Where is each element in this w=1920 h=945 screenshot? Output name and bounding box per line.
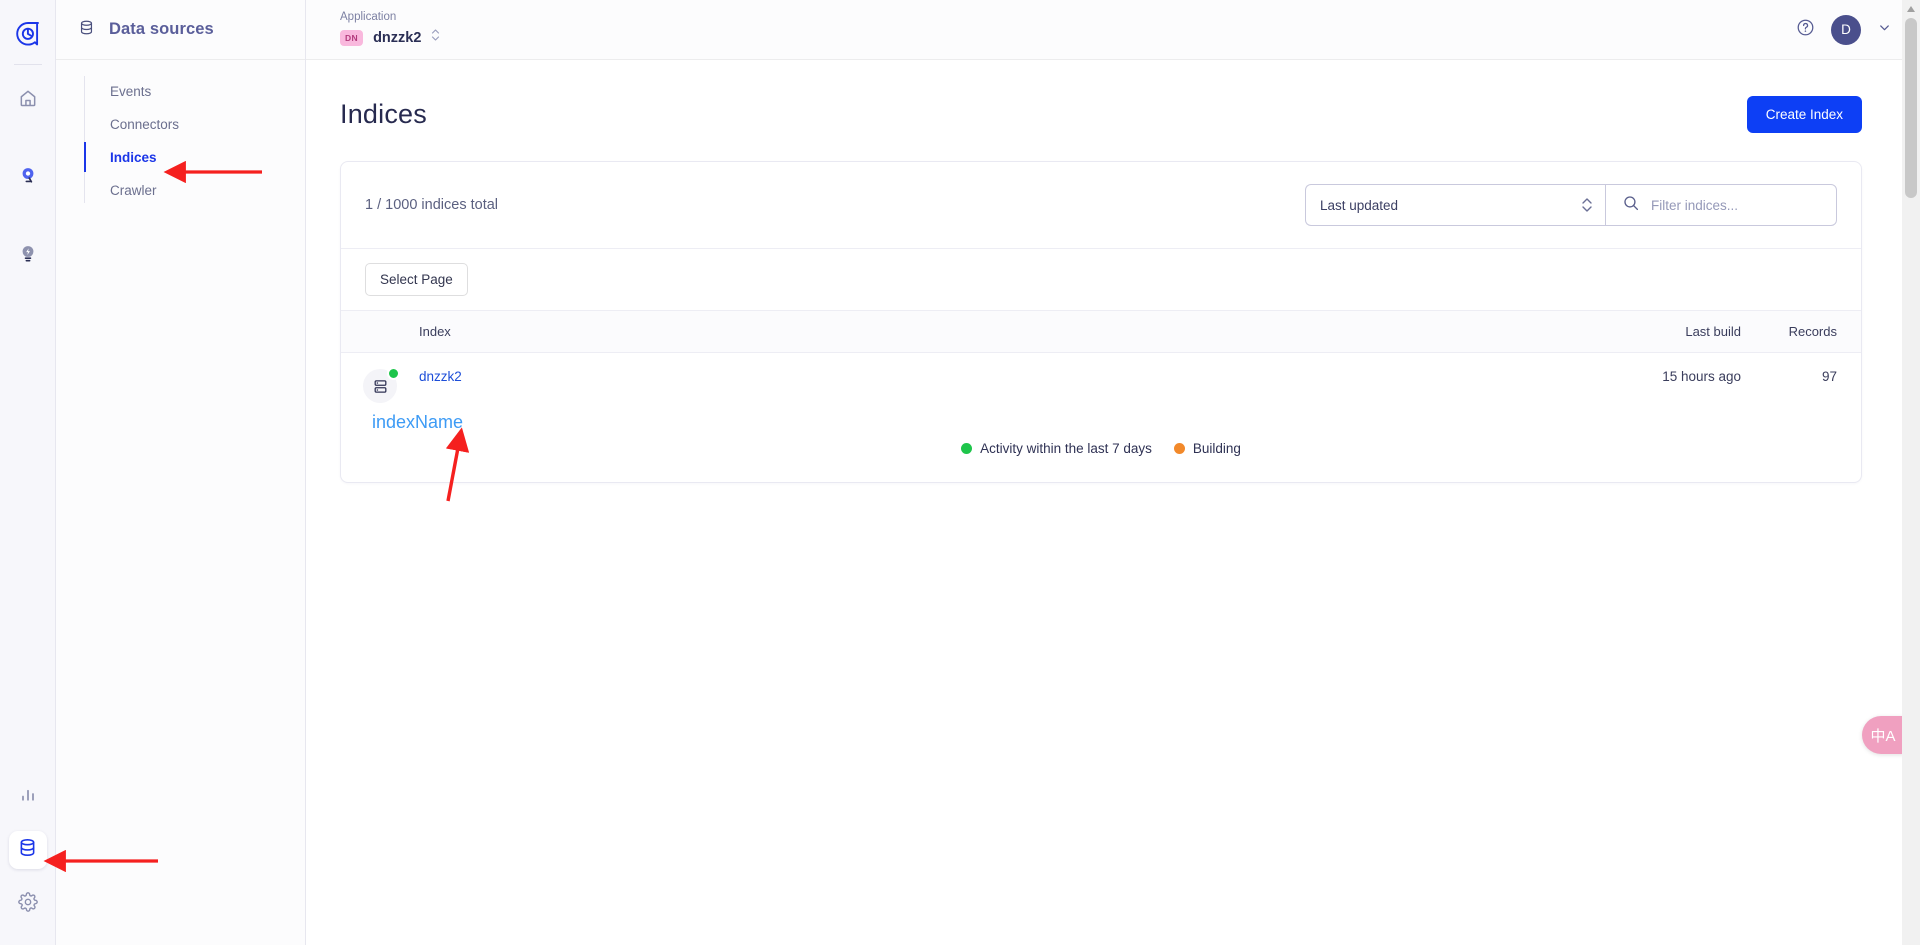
recommend-bolt-icon: [18, 243, 38, 270]
rail-divider: [13, 64, 42, 65]
scrollbar-thumb[interactable]: [1905, 18, 1917, 198]
settings-gear-icon: [17, 891, 38, 917]
table-row[interactable]: dnzzk2 15 hours ago 97: [341, 353, 1861, 420]
topbar: Application DN dnzzk2 D: [306, 0, 1920, 60]
topbar-right: D: [1796, 14, 1892, 45]
rail-item-home[interactable]: [9, 81, 47, 119]
indices-toolbar: 1 / 1000 indices total Last updated: [341, 162, 1861, 248]
index-name-link[interactable]: dnzzk2: [419, 369, 462, 384]
legend-dot-green: [961, 443, 973, 454]
app-root: Data sources Events Connectors Indices C…: [0, 0, 1920, 945]
status-legend: Activity within the last 7 days Building: [341, 419, 1861, 482]
sort-select[interactable]: Last updated: [1305, 184, 1605, 226]
legend-label: Activity within the last 7 days: [980, 441, 1152, 456]
indices-table-head: Index Last build Records: [341, 310, 1861, 353]
status-badge: [387, 367, 400, 380]
application-label: Application: [340, 11, 397, 23]
page-title: Indices: [340, 99, 427, 129]
indices-table-body: dnzzk2 15 hours ago 97: [341, 353, 1861, 420]
rail-item-analytics[interactable]: [9, 777, 47, 815]
sidebar-item-crawler[interactable]: Crawler: [84, 177, 305, 203]
scroll-up-arrow[interactable]: [1902, 0, 1920, 18]
rail-item-settings[interactable]: [9, 885, 47, 923]
application-name: dnzzk2: [373, 29, 422, 46]
search-icon: [1622, 194, 1640, 217]
translate-widget[interactable]: 中A: [1862, 716, 1904, 754]
analytics-bars-icon: [18, 784, 38, 809]
database-icon: [78, 19, 95, 41]
rail-item-data-sources[interactable]: [8, 831, 47, 869]
column-header-records: Records: [1741, 310, 1861, 353]
index-icon-wrap: [363, 367, 400, 403]
application-badge: DN: [340, 29, 364, 46]
sidebar-item-label: Crawler: [110, 182, 157, 198]
search-icon: [18, 165, 38, 192]
main-area: Application DN dnzzk2 D Indices Create I…: [306, 0, 1920, 945]
column-header-last-build: Last build: [1571, 310, 1741, 353]
table-header-row: Index Last build Records: [341, 310, 1861, 353]
indices-table: Index Last build Records dnzzk2 15 hours…: [341, 310, 1861, 419]
data-sources-icon: [17, 837, 38, 863]
rail-item-recommend[interactable]: [9, 237, 47, 275]
legend-item-building: Building: [1173, 441, 1241, 456]
sidebar-item-label: Connectors: [110, 116, 180, 132]
secondary-sidebar: Data sources Events Connectors Indices C…: [56, 0, 306, 945]
sidebar-item-connectors[interactable]: Connectors: [84, 111, 305, 137]
sidebar-nav-list: Events Connectors Indices Crawler: [84, 78, 305, 203]
row-icon-cell: [341, 353, 419, 420]
sidebar-item-label: Indices: [110, 149, 157, 165]
page-content: Indices Create Index 1 / 1000 indices to…: [306, 60, 1920, 483]
create-index-button[interactable]: Create Index: [1746, 96, 1862, 133]
spinner-updown-icon: [431, 27, 440, 48]
row-index-cell: dnzzk2: [419, 353, 1571, 420]
search-input[interactable]: [1651, 197, 1824, 213]
sidebar-item-indices[interactable]: Indices: [84, 142, 305, 172]
indices-card: 1 / 1000 indices total Last updated Filt…: [340, 161, 1862, 483]
sidebar-item-events[interactable]: Events: [84, 78, 305, 104]
select-page-row: Select Page: [341, 249, 1861, 310]
row-records-cell: 97: [1821, 369, 1837, 384]
row-last-build-cell: 15 hours ago: [1662, 369, 1741, 384]
legend-dot-orange: [1173, 443, 1185, 454]
avatar[interactable]: D: [1831, 14, 1861, 45]
home-icon: [18, 88, 38, 113]
toolbar-controls: Last updated: [1305, 184, 1837, 226]
sidebar-item-label: Events: [110, 83, 152, 99]
primary-icon-rail: [0, 0, 56, 945]
rail-item-search[interactable]: [9, 159, 47, 197]
annotation-index-name: indexName: [372, 412, 464, 432]
column-header-index: Index: [419, 310, 1571, 353]
sidebar-title: Data sources: [109, 20, 214, 38]
sort-select-value: Last updated: [1320, 197, 1399, 213]
spinner-updown-icon: [1581, 195, 1593, 215]
help-circle-icon[interactable]: [1796, 18, 1815, 42]
legend-label: Building: [1192, 441, 1241, 456]
application-selector[interactable]: Application DN dnzzk2: [340, 11, 440, 48]
sidebar-header: Data sources: [56, 0, 305, 60]
sidebar-nav: Events Connectors Indices Crawler: [56, 60, 305, 203]
chevron-down-icon[interactable]: [1877, 20, 1892, 40]
algolia-logo[interactable]: [11, 17, 45, 51]
select-page-button[interactable]: Select Page: [365, 263, 468, 296]
page-scrollbar[interactable]: [1902, 0, 1920, 945]
legend-item-activity: Activity within the last 7 days: [961, 441, 1152, 456]
filter-indices-box[interactable]: [1605, 184, 1837, 226]
indices-count: 1 / 1000 indices total: [365, 197, 499, 213]
page-header: Indices Create Index: [340, 96, 1862, 133]
rail-bottom-group: [8, 777, 47, 945]
column-header-icon: [341, 310, 419, 353]
